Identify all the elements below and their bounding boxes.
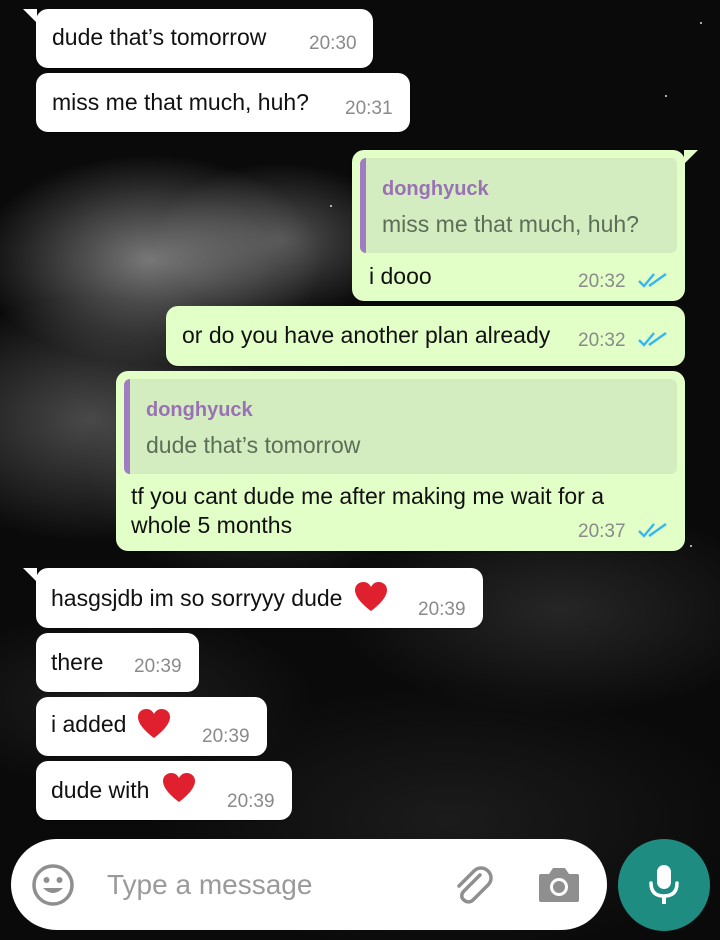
- message-time: 20:32: [578, 330, 626, 351]
- star: [665, 95, 667, 97]
- outgoing-reply-message[interactable]: donghyuck dude that’s tomorrow tf you ca…: [116, 371, 685, 551]
- camera-icon[interactable]: [537, 864, 581, 904]
- voice-message-button[interactable]: [618, 839, 710, 931]
- quote-bar: [124, 379, 130, 474]
- quote-text: dude that’s tomorrow: [146, 432, 361, 458]
- incoming-message[interactable]: dude with 20:39: [36, 761, 292, 820]
- message-input[interactable]: Type a message: [107, 869, 312, 901]
- double-check-icon: [638, 273, 667, 288]
- incoming-message[interactable]: miss me that much, huh? 20:31: [36, 73, 410, 132]
- message-time: 20:31: [345, 98, 393, 119]
- star: [330, 205, 332, 207]
- message-text: miss me that much, huh?: [52, 89, 309, 115]
- double-check-icon: [638, 332, 667, 347]
- message-text-line: tf you cant dude me after making me wait…: [131, 483, 605, 509]
- message-time: 20:39: [418, 599, 466, 620]
- message-time: 20:39: [227, 791, 275, 812]
- message-text-line: whole 5 months: [131, 512, 293, 538]
- paperclip-icon[interactable]: [450, 863, 494, 907]
- message-text: or do you have another plan already: [182, 322, 551, 348]
- incoming-message[interactable]: there 20:39: [36, 633, 199, 692]
- message-text: hasgsjdb im so sorryyy dude: [51, 585, 343, 611]
- quote-author: donghyuck: [382, 178, 489, 200]
- red-heart-icon: [163, 773, 195, 802]
- star: [700, 22, 702, 24]
- smiley-icon[interactable]: [31, 863, 75, 907]
- message-text: dude with: [51, 777, 150, 803]
- message-time: 20:37: [578, 521, 626, 542]
- incoming-message[interactable]: dude that’s tomorrow 20:30: [23, 9, 373, 68]
- red-heart-icon: [138, 709, 170, 738]
- quote-text: miss me that much, huh?: [382, 211, 639, 237]
- incoming-message[interactable]: i added 20:39: [36, 697, 267, 756]
- star: [690, 545, 692, 547]
- message-time: 20:30: [309, 33, 357, 54]
- microphone-icon: [649, 865, 679, 904]
- message-time: 20:32: [578, 271, 626, 292]
- message-text: there: [51, 649, 104, 675]
- quote-bar: [360, 158, 366, 253]
- red-heart-icon: [355, 582, 387, 611]
- double-check-icon: [638, 523, 667, 538]
- message-time: 20:39: [134, 656, 182, 677]
- quote-author: donghyuck: [146, 399, 253, 421]
- message-text: dude that’s tomorrow: [52, 24, 267, 50]
- message-time: 20:39: [202, 726, 250, 747]
- incoming-message[interactable]: hasgsjdb im so sorryyy dude 20:39: [23, 568, 483, 628]
- outgoing-reply-message[interactable]: donghyuck miss me that much, huh? i dooo…: [352, 150, 698, 301]
- quoted-message[interactable]: donghyuck dude that’s tomorrow: [124, 379, 677, 474]
- message-text: i dooo: [369, 263, 432, 289]
- message-text: i added: [51, 711, 127, 737]
- outgoing-message[interactable]: or do you have another plan already 20:3…: [166, 306, 685, 366]
- quoted-message[interactable]: donghyuck miss me that much, huh?: [360, 158, 677, 253]
- message-composer[interactable]: Type a message: [11, 839, 607, 930]
